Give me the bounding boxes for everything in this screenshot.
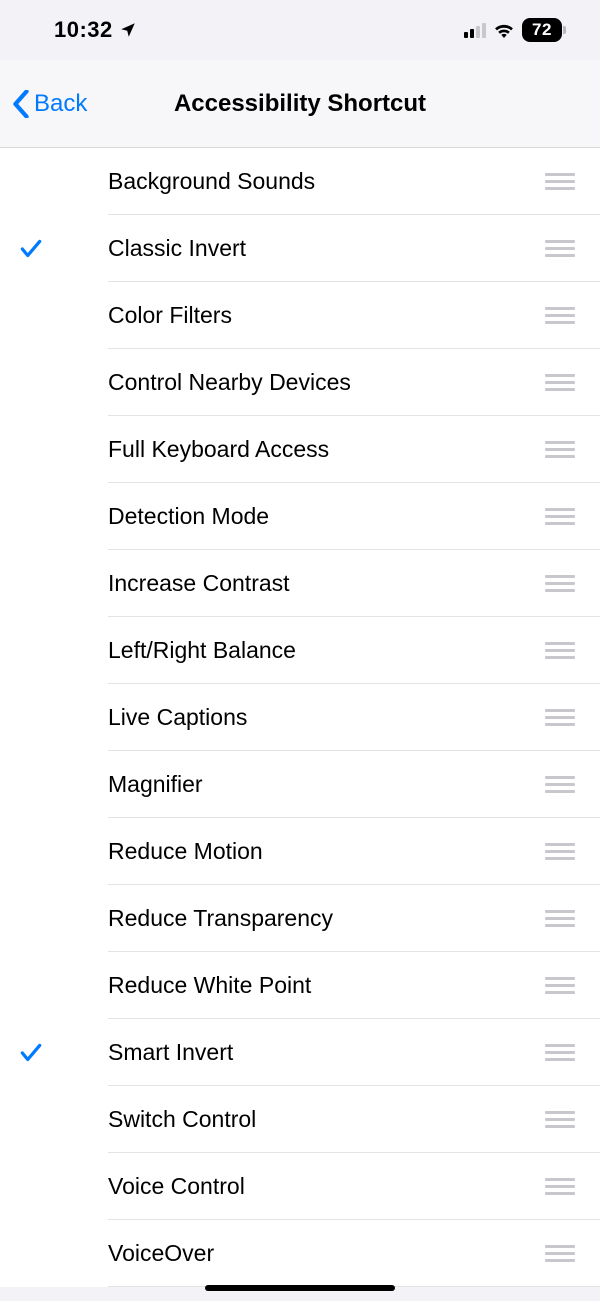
status-time: 10:32: [54, 17, 113, 43]
battery-level: 72: [522, 18, 562, 42]
list-item[interactable]: Full Keyboard Access: [0, 416, 600, 483]
list-item[interactable]: Reduce Motion: [0, 818, 600, 885]
list-item[interactable]: Detection Mode: [0, 483, 600, 550]
home-indicator: [205, 1285, 395, 1291]
list-item[interactable]: VoiceOver: [0, 1220, 600, 1287]
list-item[interactable]: Reduce Transparency: [0, 885, 600, 952]
reorder-handle-icon[interactable]: [542, 374, 578, 391]
list-item-label: Color Filters: [62, 302, 542, 329]
list-item-label: VoiceOver: [62, 1240, 542, 1267]
list-item[interactable]: Reduce White Point: [0, 952, 600, 1019]
list-item[interactable]: Live Captions: [0, 684, 600, 751]
shortcut-list: Background Sounds Classic Invert Color Fil…: [0, 148, 600, 1287]
chevron-left-icon: [12, 90, 30, 118]
list-item[interactable]: Increase Contrast: [0, 550, 600, 617]
list-item-label: Left/Right Balance: [62, 637, 542, 664]
reorder-handle-icon[interactable]: [542, 1044, 578, 1061]
list-item-label: Background Sounds: [62, 168, 542, 195]
navigation-bar: Back Accessibility Shortcut: [0, 60, 600, 148]
list-item[interactable]: Switch Control: [0, 1086, 600, 1153]
list-item[interactable]: Background Sounds: [0, 148, 600, 215]
reorder-handle-icon[interactable]: [542, 441, 578, 458]
list-item[interactable]: Color Filters: [0, 282, 600, 349]
list-item-label: Reduce White Point: [62, 972, 542, 999]
reorder-handle-icon[interactable]: [542, 910, 578, 927]
list-item[interactable]: Left/Right Balance: [0, 617, 600, 684]
reorder-handle-icon[interactable]: [542, 1111, 578, 1128]
list-item-label: Live Captions: [62, 704, 542, 731]
checkmark-slot: [0, 236, 62, 262]
list-item-label: Smart Invert: [62, 1039, 542, 1066]
checkmark-icon: [18, 236, 44, 262]
list-item[interactable]: Magnifier: [0, 751, 600, 818]
list-item-label: Switch Control: [62, 1106, 542, 1133]
location-icon: [119, 21, 137, 39]
reorder-handle-icon[interactable]: [542, 508, 578, 525]
list-item[interactable]: Smart Invert: [0, 1019, 600, 1086]
reorder-handle-icon[interactable]: [542, 173, 578, 190]
list-item-label: Increase Contrast: [62, 570, 542, 597]
reorder-handle-icon[interactable]: [542, 709, 578, 726]
reorder-handle-icon[interactable]: [542, 1178, 578, 1195]
reorder-handle-icon[interactable]: [542, 776, 578, 793]
checkmark-icon: [18, 1040, 44, 1066]
status-left: 10:32: [54, 17, 137, 43]
list-item-label: Reduce Motion: [62, 838, 542, 865]
reorder-handle-icon[interactable]: [542, 307, 578, 324]
list-item-label: Control Nearby Devices: [62, 369, 542, 396]
list-item-label: Voice Control: [62, 1173, 542, 1200]
back-button[interactable]: Back: [0, 90, 87, 118]
back-label: Back: [34, 90, 87, 118]
status-right: 72: [464, 18, 562, 42]
cellular-icon: [464, 23, 486, 38]
list-item-label: Detection Mode: [62, 503, 542, 530]
reorder-handle-icon[interactable]: [542, 575, 578, 592]
reorder-handle-icon[interactable]: [542, 642, 578, 659]
list-item-label: Reduce Transparency: [62, 905, 542, 932]
reorder-handle-icon[interactable]: [542, 1245, 578, 1262]
list-item[interactable]: Control Nearby Devices: [0, 349, 600, 416]
checkmark-slot: [0, 1040, 62, 1066]
list-item[interactable]: Voice Control: [0, 1153, 600, 1220]
list-item-label: Magnifier: [62, 771, 542, 798]
status-bar: 10:32 72: [0, 0, 600, 60]
list-item[interactable]: Classic Invert: [0, 215, 600, 282]
reorder-handle-icon[interactable]: [542, 240, 578, 257]
reorder-handle-icon[interactable]: [542, 977, 578, 994]
list-item-label: Classic Invert: [62, 235, 542, 262]
page-title: Accessibility Shortcut: [174, 90, 426, 118]
reorder-handle-icon[interactable]: [542, 843, 578, 860]
list-item-label: Full Keyboard Access: [62, 436, 542, 463]
wifi-icon: [493, 22, 515, 38]
